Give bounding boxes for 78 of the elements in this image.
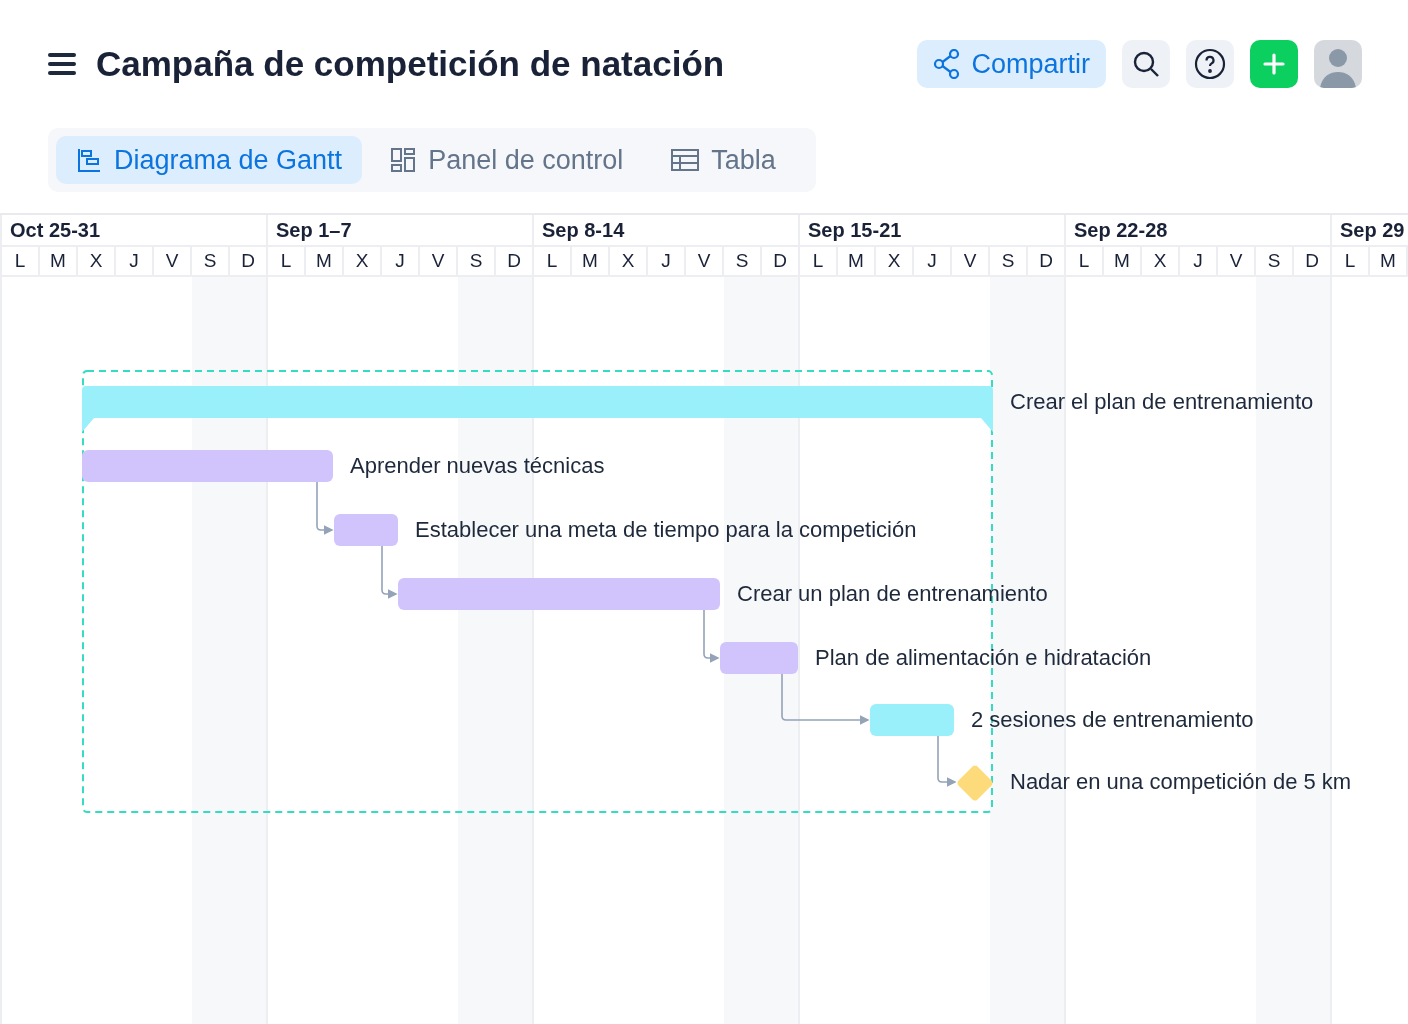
day-header: X (876, 247, 914, 277)
day-header: L (1332, 247, 1370, 277)
day-header: M (572, 247, 610, 277)
view-tab[interactable]: Diagrama de Gantt (56, 136, 363, 184)
day-header: S (990, 247, 1028, 277)
milestone-diamond[interactable] (957, 765, 993, 801)
dependency-arrow (381, 545, 398, 599)
avatar[interactable] (1314, 40, 1362, 88)
task-bar[interactable] (870, 704, 954, 736)
day-header: J (648, 247, 686, 277)
day-header: S (192, 247, 230, 277)
day-header: M (1370, 247, 1408, 277)
day-header: M (1104, 247, 1142, 277)
task-label: 2 sesiones de entrenamiento (971, 706, 1254, 734)
day-header: X (610, 247, 648, 277)
day-header: L (534, 247, 572, 277)
plus-icon (1263, 53, 1285, 75)
dependency-arrow (703, 609, 720, 663)
day-header: M (838, 247, 876, 277)
page-title: Campaña de competición de natación (96, 42, 725, 85)
table-icon (671, 149, 700, 171)
task-bar[interactable] (82, 450, 333, 482)
gantt-icon (76, 147, 102, 173)
view-tab[interactable]: Tabla (651, 136, 796, 184)
week-header: Sep 8-14 (534, 215, 800, 247)
day-header: D (1028, 247, 1066, 277)
task-bar[interactable] (334, 514, 398, 546)
task-bar[interactable] (720, 642, 798, 674)
share-icon (933, 49, 962, 79)
task-label: Crear el plan de entrenamiento (1010, 388, 1314, 416)
day-header: S (724, 247, 762, 277)
day-header: V (1218, 247, 1256, 277)
day-header: L (800, 247, 838, 277)
day-header: S (458, 247, 496, 277)
task-label: Nadar en una competición de 5 km (1010, 768, 1352, 796)
week-header: Sep 29 (1332, 215, 1408, 247)
day-header: D (762, 247, 800, 277)
day-header: L (268, 247, 306, 277)
help-icon (1194, 48, 1226, 80)
task-label: Plan de alimentación e hidratación (815, 644, 1152, 672)
search-icon (1132, 50, 1160, 78)
day-header: X (78, 247, 116, 277)
day-header: J (382, 247, 420, 277)
day-header: D (230, 247, 268, 277)
day-header: V (154, 247, 192, 277)
day-header: J (914, 247, 952, 277)
share-button[interactable]: Compartir (917, 40, 1106, 88)
day-header: V (952, 247, 990, 277)
day-header: D (1294, 247, 1332, 277)
help-button[interactable] (1186, 40, 1234, 88)
add-button[interactable] (1250, 40, 1298, 88)
week-header: Sep 1–7 (268, 215, 534, 247)
day-header: M (306, 247, 344, 277)
day-header: J (116, 247, 154, 277)
view-tab[interactable]: Panel de control (370, 136, 644, 184)
task-bar[interactable] (398, 578, 720, 610)
day-header: S (1256, 247, 1294, 277)
day-header: L (1066, 247, 1104, 277)
menu-icon[interactable] (48, 53, 76, 75)
search-button[interactable] (1122, 40, 1170, 88)
day-header: X (1142, 247, 1180, 277)
day-header: M (40, 247, 78, 277)
task-label: Crear un plan de entrenamiento (737, 580, 1048, 608)
dependency-arrow (316, 481, 334, 535)
dependency-arrow (937, 735, 957, 787)
day-header: L (2, 247, 40, 277)
day-header: X (344, 247, 382, 277)
day-header: V (686, 247, 724, 277)
task-label: Establecer una meta de tiempo para la competición (415, 516, 917, 544)
day-header: V (420, 247, 458, 277)
day-header: D (496, 247, 534, 277)
week-header: Sep 15-21 (800, 215, 1066, 247)
week-header: Oct 25-31 (2, 215, 268, 247)
task-label: Aprender nuevas técnicas (350, 452, 605, 480)
dashboard-icon (390, 147, 417, 173)
day-header: J (1180, 247, 1218, 277)
summary-bar[interactable] (82, 386, 993, 432)
week-header: Sep 22-28 (1066, 215, 1332, 247)
